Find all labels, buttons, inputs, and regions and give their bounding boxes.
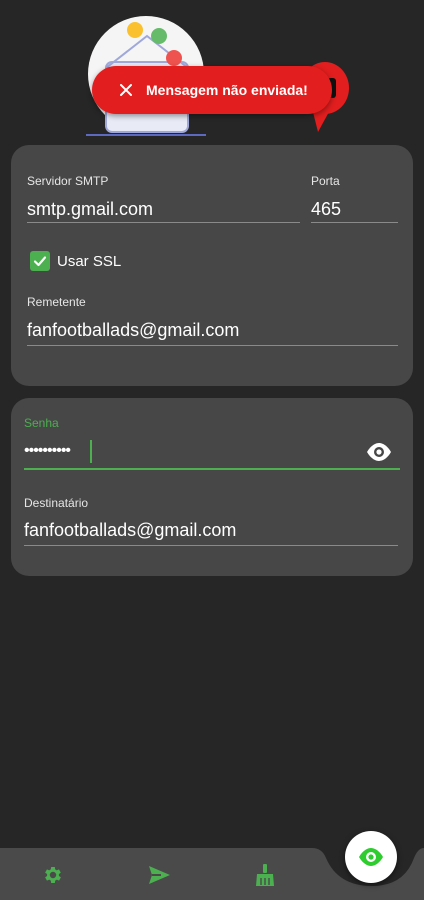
close-icon[interactable]: [118, 82, 134, 98]
port-input[interactable]: 465: [311, 199, 341, 220]
auth-settings-card: [11, 398, 413, 576]
sender-underline: [27, 345, 398, 346]
port-label: Porta: [311, 174, 340, 188]
error-toast: Mensagem não enviada!: [92, 66, 332, 114]
preview-fab-button[interactable]: [345, 831, 397, 883]
send-button[interactable]: [139, 855, 179, 895]
eye-icon[interactable]: [366, 442, 392, 462]
eye-icon: [359, 848, 383, 866]
password-underline: [24, 468, 400, 470]
password-input[interactable]: ••••••••••: [24, 442, 71, 460]
check-icon: [33, 256, 47, 267]
clean-button[interactable]: [245, 855, 285, 895]
sender-input[interactable]: fanfootballads@gmail.com: [27, 320, 239, 341]
recipient-input[interactable]: fanfootballads@gmail.com: [24, 520, 236, 541]
broom-icon: [256, 864, 274, 886]
settings-button[interactable]: [33, 855, 73, 895]
smtp-server-label: Servidor SMTP: [27, 174, 109, 188]
sender-label: Remetente: [27, 295, 86, 309]
ssl-label: Usar SSL: [57, 253, 122, 270]
send-icon: [149, 866, 170, 884]
ssl-checkbox[interactable]: [30, 251, 50, 271]
text-cursor: [90, 440, 92, 463]
recipient-underline: [24, 545, 398, 546]
port-underline: [311, 222, 398, 223]
password-label: Senha: [24, 416, 59, 430]
recipient-label: Destinatário: [24, 496, 89, 510]
gear-icon: [45, 867, 61, 883]
toast-message: Mensagem não enviada!: [146, 82, 308, 98]
smtp-server-input[interactable]: smtp.gmail.com: [27, 199, 153, 220]
smtp-server-underline: [27, 222, 300, 223]
